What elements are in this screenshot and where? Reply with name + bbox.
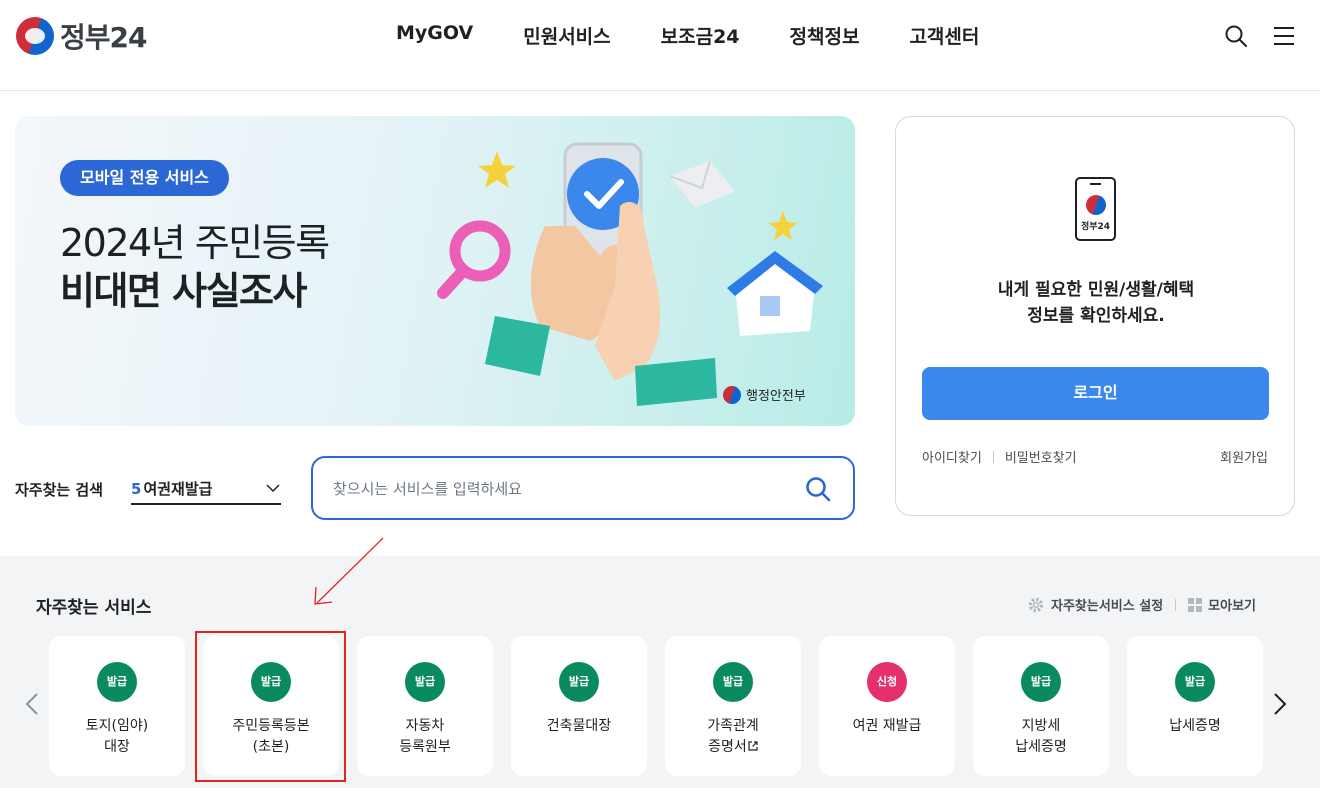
star-icon bbox=[478, 151, 516, 188]
mobile-phone-icon: 정부24 bbox=[1075, 177, 1116, 241]
nav-civil-service[interactable]: 민원서비스 bbox=[523, 22, 610, 49]
banner-title-line2: 비대면 사실조사 bbox=[60, 269, 307, 313]
annotation-highlight-box bbox=[195, 631, 346, 782]
frequent-search-value: 여권재발급 bbox=[143, 480, 213, 498]
service-card-land-register[interactable]: 발급 토지(임야) 대장 bbox=[49, 636, 185, 776]
service-card-family-certificate[interactable]: 발급 가족관계 증명서 bbox=[665, 636, 801, 776]
sleeve-left bbox=[485, 316, 550, 376]
service-card-local-tax-certificate[interactable]: 발급 지방세 납세증명 bbox=[973, 636, 1109, 776]
login-button[interactable]: 로그인 bbox=[922, 367, 1269, 420]
logo-text: 정부24 bbox=[60, 21, 147, 54]
carousel-prev-icon[interactable] bbox=[22, 692, 42, 716]
nav-customer-center[interactable]: 고객센터 bbox=[909, 22, 979, 49]
signup-link[interactable]: 회원가입 bbox=[1220, 447, 1268, 466]
frequent-search-rank: 5 bbox=[131, 479, 142, 498]
login-message-line2: 정보를 확인하세요. bbox=[1027, 306, 1165, 326]
issue-badge: 발급 bbox=[1175, 662, 1215, 702]
ministry-name: 행정안전부 bbox=[746, 389, 806, 404]
main-nav: MyGOV 민원서비스 보조금24 정책정보 고객센터 bbox=[396, 22, 1029, 49]
envelope-icon bbox=[669, 160, 735, 208]
apply-badge: 신청 bbox=[867, 662, 907, 702]
frequent-search-label: 자주찾는 검색 bbox=[15, 481, 104, 499]
banner-badge: 모바일 전용 서비스 bbox=[60, 160, 229, 196]
magnifier-icon bbox=[437, 220, 511, 299]
annotation-arrow-icon bbox=[314, 537, 384, 605]
service-card-label: 자동차 등록원부 bbox=[399, 718, 451, 755]
services-settings-label: 자주찾는서비스 설정 bbox=[1050, 599, 1164, 614]
promo-banner[interactable]: 모바일 전용 서비스 2024년 주민등록 비대면 사실조사 행정안전부 bbox=[15, 116, 855, 426]
gear-icon bbox=[1028, 597, 1044, 612]
services-toolbar: 자주찾는서비스 설정 모아보기 bbox=[1027, 595, 1256, 614]
chevron-down-icon bbox=[266, 484, 280, 493]
nav-policy-info[interactable]: 정책정보 bbox=[790, 22, 860, 49]
login-links: 아이디찾기 비밀번호찾기 bbox=[922, 447, 1077, 466]
nav-subsidy24[interactable]: 보조금24 bbox=[661, 22, 740, 49]
ministry-logo: 행정안전부 bbox=[723, 385, 806, 404]
find-id-link[interactable]: 아이디찾기 bbox=[922, 447, 982, 466]
service-card-label: 토지(임야) 대장 bbox=[85, 718, 149, 755]
phone-icon-text: 정부24 bbox=[1080, 222, 1111, 232]
issue-badge: 발급 bbox=[97, 662, 137, 702]
issue-badge: 발급 bbox=[559, 662, 599, 702]
issue-badge: 발급 bbox=[1021, 662, 1061, 702]
sleeve-right bbox=[635, 358, 717, 406]
search-button-icon[interactable] bbox=[805, 476, 831, 502]
frequent-services-title: 자주찾는 서비스 bbox=[36, 598, 152, 618]
grid-icon bbox=[1188, 597, 1203, 612]
issue-badge: 발급 bbox=[405, 662, 445, 702]
service-card-label: 건축물대장 bbox=[546, 718, 612, 734]
frequent-search-select[interactable]: 5 여권재발급 bbox=[131, 474, 281, 505]
gov24-logo[interactable]: 정부24 bbox=[16, 16, 147, 56]
view-all-label: 모아보기 bbox=[1208, 599, 1256, 614]
taegeuk-icon bbox=[723, 385, 741, 404]
menu-icon[interactable] bbox=[1272, 24, 1296, 48]
banner-title-line1: 2024년 주민등록 bbox=[60, 221, 330, 265]
taegeuk-logo-icon bbox=[16, 17, 54, 55]
banner-illustration bbox=[437, 142, 823, 406]
service-card-label: 납세증명 bbox=[1169, 718, 1221, 734]
service-card-label: 여권 재발급 bbox=[852, 718, 922, 734]
search-icon[interactable] bbox=[1224, 24, 1248, 48]
view-all-button[interactable]: 모아보기 bbox=[1188, 595, 1256, 614]
search-input[interactable] bbox=[333, 475, 773, 503]
service-card-passport-reissue[interactable]: 신청 여권 재발급 bbox=[819, 636, 955, 776]
find-password-link[interactable]: 비밀번호찾기 bbox=[1005, 447, 1077, 466]
login-message-line1: 내게 필요한 민원/생활/혜택 bbox=[997, 280, 1195, 300]
login-message: 내게 필요한 민원/생활/혜택 정보를 확인하세요. bbox=[896, 277, 1296, 329]
header: 정부24 MyGOV 민원서비스 보조금24 정책정보 고객센터 bbox=[0, 0, 1320, 91]
star-icon bbox=[768, 211, 798, 240]
house-icon bbox=[727, 251, 823, 336]
service-card-label: 가족관계 증명서 bbox=[707, 718, 759, 755]
service-card-tax-certificate[interactable]: 발급 납세증명 bbox=[1127, 636, 1263, 776]
service-card-building-register[interactable]: 발급 건축물대장 bbox=[511, 636, 647, 776]
services-settings-button[interactable]: 자주찾는서비스 설정 bbox=[1027, 595, 1163, 614]
external-link-icon bbox=[748, 741, 758, 751]
issue-badge: 발급 bbox=[713, 662, 753, 702]
carousel-next-icon[interactable] bbox=[1270, 692, 1290, 716]
search-box bbox=[311, 456, 855, 520]
login-card: 정부24 내게 필요한 민원/생활/혜택 정보를 확인하세요. 로그인 아이디찾… bbox=[895, 116, 1295, 516]
service-card-label: 지방세 납세증명 bbox=[1015, 718, 1067, 755]
service-card-vehicle-register[interactable]: 발급 자동차 등록원부 bbox=[357, 636, 493, 776]
nav-mygov[interactable]: MyGOV bbox=[396, 22, 473, 49]
